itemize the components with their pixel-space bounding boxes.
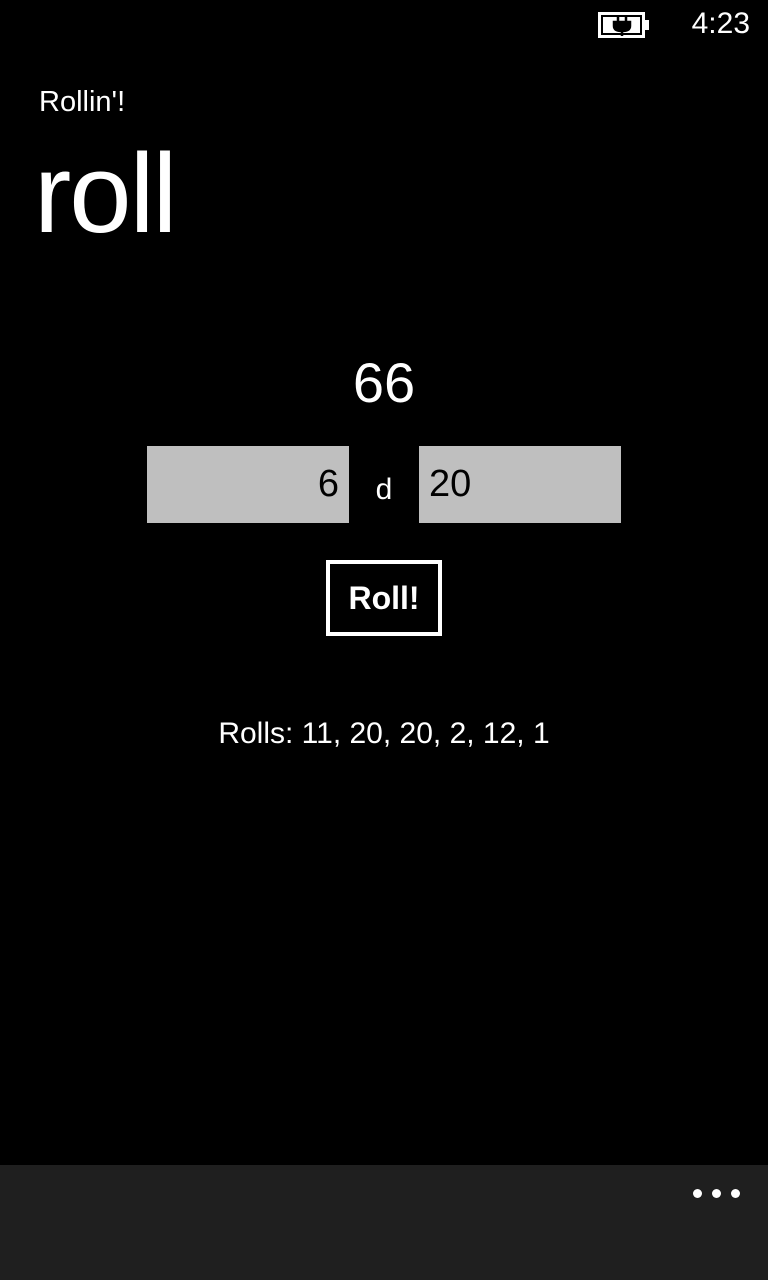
dice-sides-input[interactable]: [419, 446, 621, 523]
ellipsis-icon[interactable]: [684, 1175, 748, 1211]
roll-button[interactable]: Roll!: [326, 560, 442, 636]
roll-total: 66: [352, 351, 416, 414]
dot: [711, 1188, 721, 1198]
page-title: roll: [34, 131, 177, 256]
status-bar: 4:23: [0, 0, 768, 50]
battery-charging-icon: [598, 12, 650, 38]
dot: [730, 1188, 740, 1198]
dice-input-row: d: [147, 446, 621, 523]
app-title: Rollin'!: [39, 86, 126, 118]
dice-count-input[interactable]: [147, 446, 349, 523]
clock: 4:23: [691, 7, 750, 40]
rolls-list: Rolls: 11, 20, 20, 2, 12, 1: [218, 717, 550, 750]
phone-screen: 4:23 Rollin'! roll 66 d Roll! Rolls: 11,…: [0, 0, 768, 1280]
app-bar: [0, 1165, 768, 1280]
dot: [692, 1188, 702, 1198]
dice-separator-label: d: [375, 473, 393, 506]
